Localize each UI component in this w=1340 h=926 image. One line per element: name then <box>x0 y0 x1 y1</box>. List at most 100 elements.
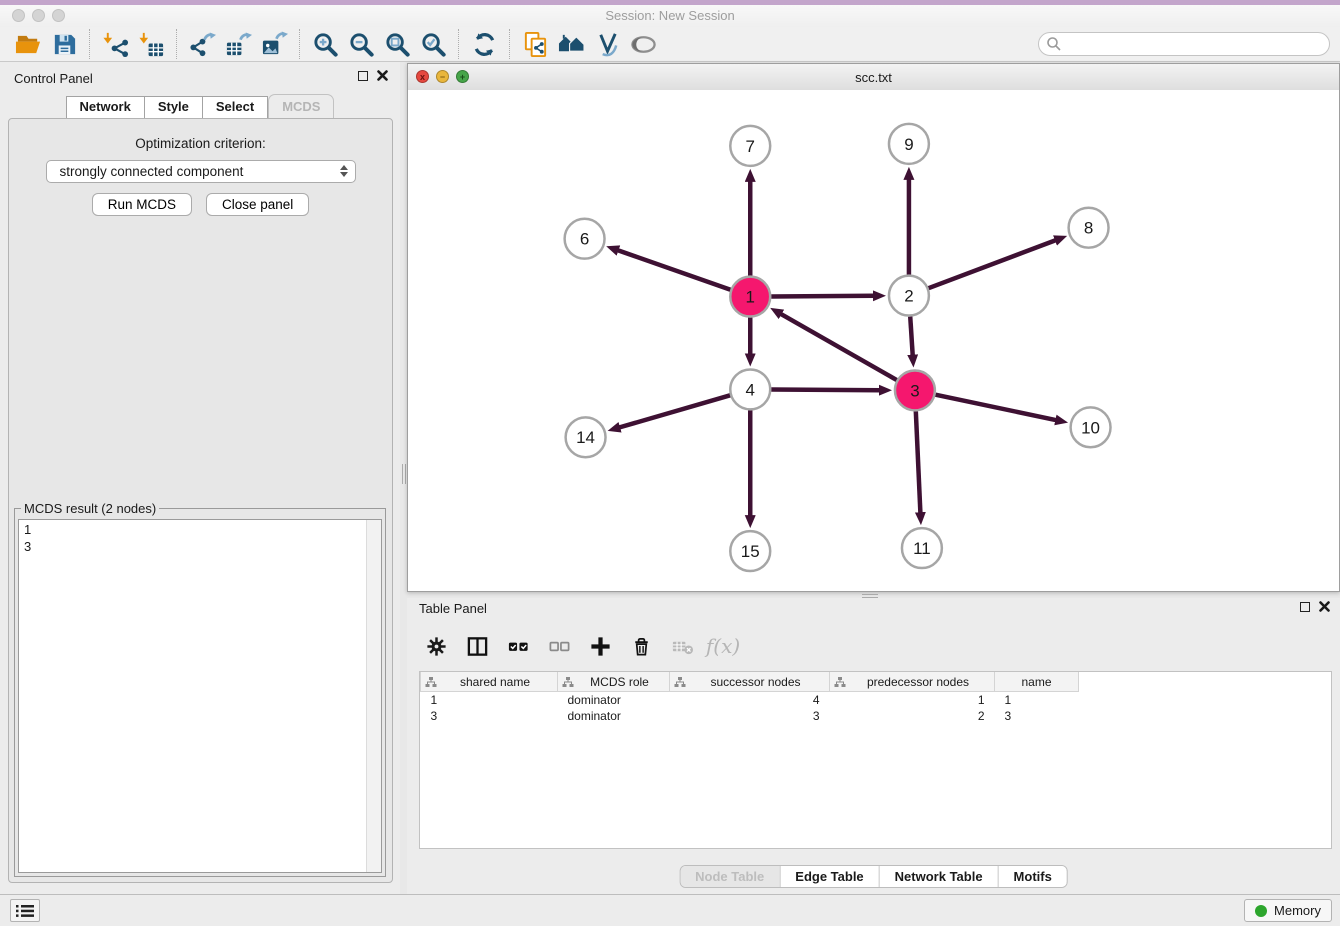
search-icon <box>1046 36 1062 52</box>
control-panel: Control Panel Network Style Select MCDS … <box>0 62 400 895</box>
app-titlebar: Session: New Session <box>0 5 1340 28</box>
add-row-icon[interactable] <box>587 633 613 659</box>
delete-column-icon <box>669 633 695 659</box>
close-panel-icon[interactable] <box>377 70 388 81</box>
graph-edge-4-3[interactable] <box>771 390 880 391</box>
settings-icon[interactable] <box>423 633 449 659</box>
refresh-icon[interactable] <box>466 29 502 60</box>
result-line: 1 <box>24 521 376 538</box>
graph-node-label: 9 <box>904 135 913 154</box>
graph-edge-2-8[interactable] <box>928 240 1055 288</box>
network-window-title: scc.txt <box>855 70 892 85</box>
zoom-out-icon[interactable] <box>343 29 379 60</box>
toolbar-separator <box>299 29 300 59</box>
search-input[interactable] <box>1038 32 1330 56</box>
export-network-icon[interactable] <box>184 29 220 60</box>
memory-label: Memory <box>1274 903 1321 918</box>
graph-edge-3-10[interactable] <box>935 395 1056 420</box>
table-cell: dominator <box>558 708 670 724</box>
tab-network-table[interactable]: Network Table <box>879 866 998 887</box>
task-history-button[interactable] <box>10 899 40 922</box>
table-header-row: shared name MCDS role successor nodes pr… <box>421 672 1332 692</box>
import-table-icon[interactable] <box>133 29 169 60</box>
window-title: Session: New Session <box>0 8 1340 23</box>
visual-style-icon[interactable] <box>589 29 625 60</box>
delete-row-icon[interactable] <box>628 633 654 659</box>
network-maximize-icon[interactable]: + <box>456 70 469 83</box>
list-icon <box>16 904 34 918</box>
deselect-all-icon[interactable] <box>546 633 572 659</box>
criterion-select-value: strongly connected component <box>60 164 244 179</box>
select-all-icon[interactable] <box>505 633 531 659</box>
tab-mcds[interactable]: MCDS <box>268 94 334 119</box>
node-table-container: shared name MCDS role successor nodes pr… <box>419 671 1332 849</box>
tab-select[interactable]: Select <box>203 96 268 119</box>
graph-edge-2-3[interactable] <box>910 317 912 356</box>
close-panel-button[interactable]: Close panel <box>206 193 309 216</box>
table-toolbar: f(x) <box>423 625 736 667</box>
clipboard-network-icon[interactable] <box>517 29 553 60</box>
tab-edge-table[interactable]: Edge Table <box>779 866 878 887</box>
export-image-icon[interactable] <box>256 29 292 60</box>
control-panel-title: Control Panel <box>14 71 93 86</box>
application-window: Session: New Session <box>0 0 1340 926</box>
node-table-body: 1dominator4113dominator323 <box>421 692 1332 725</box>
run-mcds-button[interactable]: Run MCDS <box>92 193 192 216</box>
column-header-predecessor-nodes[interactable]: predecessor nodes <box>830 672 995 692</box>
close-table-panel-icon[interactable] <box>1319 601 1330 612</box>
network-close-icon[interactable]: x <box>416 70 429 83</box>
table-cell: 1 <box>421 692 558 709</box>
mcds-panel-body: Optimization criterion: strongly connect… <box>8 118 393 883</box>
graph-edge-1-6[interactable] <box>618 250 731 290</box>
optimization-criterion-label: Optimization criterion: <box>9 136 392 151</box>
table-cell: 3 <box>421 708 558 724</box>
result-scrollbar[interactable] <box>366 520 381 872</box>
toolbar-separator <box>176 29 177 59</box>
eye-icon[interactable] <box>625 29 661 60</box>
memory-button[interactable]: Memory <box>1244 899 1332 922</box>
result-line: 3 <box>24 538 376 555</box>
column-header-successor-nodes[interactable]: successor nodes <box>670 672 830 692</box>
tab-network[interactable]: Network <box>66 96 145 119</box>
network-window-titlebar[interactable]: x − + scc.txt <box>408 64 1339 91</box>
mcds-result-box[interactable]: 13 <box>18 519 382 873</box>
table-cell: 1 <box>995 692 1079 709</box>
tab-node-table[interactable]: Node Table <box>680 866 779 887</box>
table-row[interactable]: 1dominator411 <box>421 692 1332 709</box>
network-canvas[interactable]: 7968124314101511 <box>408 90 1339 591</box>
table-cell: 4 <box>670 692 830 709</box>
hierarchy-icon <box>425 676 437 688</box>
float-panel-icon[interactable] <box>358 71 368 81</box>
graph-node-label: 10 <box>1081 418 1100 437</box>
table-row[interactable]: 3dominator323 <box>421 708 1332 724</box>
zoom-selected-icon[interactable] <box>415 29 451 60</box>
zoom-fit-icon[interactable] <box>379 29 415 60</box>
table-cell: dominator <box>558 692 670 709</box>
graph-edge-3-1[interactable] <box>781 314 897 380</box>
import-network-icon[interactable] <box>97 29 133 60</box>
save-session-icon[interactable] <box>46 29 82 60</box>
hierarchy-icon <box>674 676 686 688</box>
float-table-panel-icon[interactable] <box>1300 602 1310 612</box>
table-panel-title: Table Panel <box>419 601 487 616</box>
graph-node-label: 8 <box>1084 219 1093 238</box>
network-minimize-icon[interactable]: − <box>436 70 449 83</box>
open-session-icon[interactable] <box>10 29 46 60</box>
control-panel-tabs: Network Style Select MCDS <box>0 96 400 119</box>
zoom-in-icon[interactable] <box>307 29 343 60</box>
column-header-name[interactable]: name <box>995 672 1079 692</box>
export-table-icon[interactable] <box>220 29 256 60</box>
table-cell-filler <box>1079 692 1332 709</box>
graph-edge-3-11[interactable] <box>916 411 921 513</box>
tab-motifs[interactable]: Motifs <box>998 866 1067 887</box>
graph-node-label: 6 <box>580 230 589 249</box>
criterion-select[interactable]: strongly connected component <box>46 160 356 183</box>
graph-edge-1-2[interactable] <box>771 296 874 297</box>
column-header-mcds-role[interactable]: MCDS role <box>558 672 670 692</box>
tab-style[interactable]: Style <box>145 96 203 119</box>
home-icon[interactable] <box>553 29 589 60</box>
graph-edge-4-14[interactable] <box>619 395 730 427</box>
columns-icon[interactable] <box>464 633 490 659</box>
column-header-shared-name[interactable]: shared name <box>421 672 558 692</box>
vertical-splitter[interactable] <box>400 62 407 895</box>
